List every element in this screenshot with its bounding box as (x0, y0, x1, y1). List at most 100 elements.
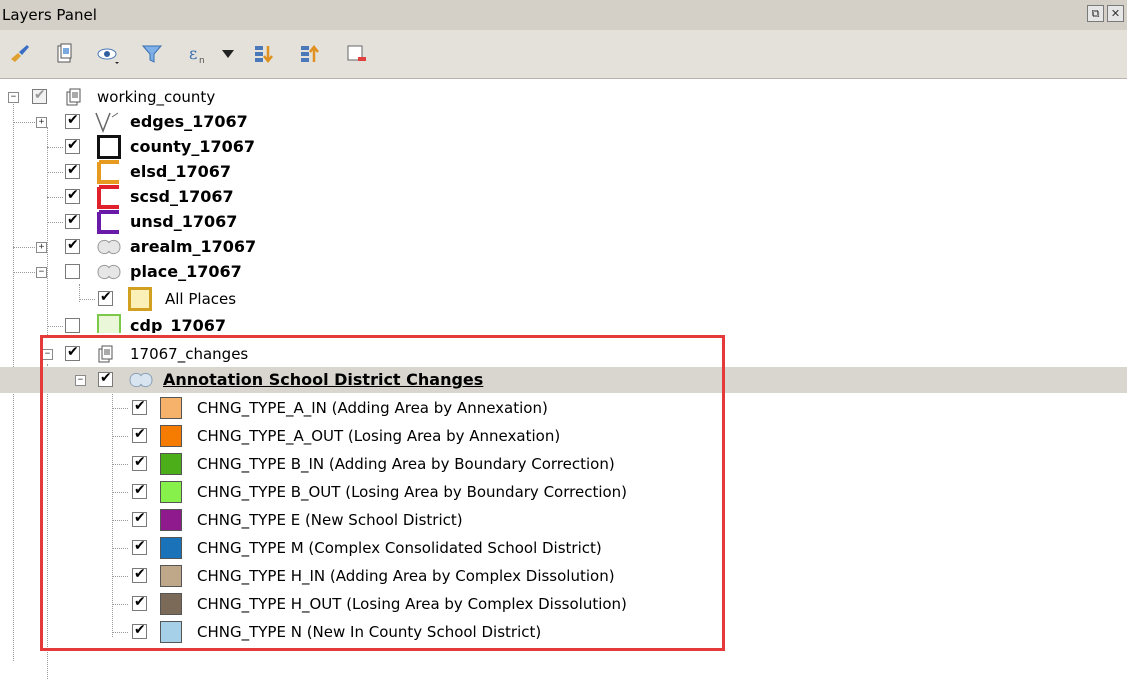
layer-checkbox[interactable] (65, 212, 80, 229)
legend-checkbox[interactable] (132, 594, 147, 611)
layer-checkbox[interactable] (65, 162, 80, 179)
legend-label: CHNG_TYPE M (Complex Consolidated School… (197, 539, 602, 557)
legend-label: CHNG_TYPE N (New In County School Distri… (197, 623, 542, 641)
fill-swatch (160, 509, 182, 531)
layer-label: edges_17067 (130, 112, 248, 131)
layer-cdp[interactable]: cdp_17067 (0, 313, 1127, 333)
layer-county[interactable]: county_17067 (0, 134, 1127, 160)
visibility-icon[interactable] (94, 40, 122, 68)
layer-label: arealm_17067 (130, 237, 257, 256)
add-group-icon[interactable] (50, 40, 78, 68)
brush-icon[interactable] (6, 40, 34, 68)
legend-item[interactable]: CHNG_TYPE_A_IN (Adding Area by Annexatio… (0, 395, 1127, 421)
legend-item[interactable]: CHNG_TYPE H_IN (Adding Area by Complex D… (0, 563, 1127, 589)
legend-item[interactable]: CHNG_TYPE_A_OUT (Losing Area by Annexati… (0, 423, 1127, 449)
legend-checkbox[interactable] (132, 510, 147, 527)
layer-group-17067-changes[interactable]: − 17067_changes (0, 341, 1127, 367)
legend-item[interactable]: CHNG_TYPE M (Complex Consolidated School… (0, 535, 1127, 561)
legend-checkbox[interactable] (132, 398, 147, 415)
fill-swatch (160, 425, 182, 447)
layer-place[interactable]: − place_17067 (0, 259, 1127, 285)
layer-label: working_county (97, 88, 216, 106)
expand-all-icon[interactable] (250, 40, 278, 68)
layer-checkbox[interactable] (65, 137, 80, 154)
legend-checkbox[interactable] (132, 482, 147, 499)
layer-checkbox[interactable] (65, 112, 80, 129)
layer-checkbox[interactable] (65, 237, 80, 254)
legend-checkbox[interactable] (98, 289, 113, 306)
layer-label: unsd_17067 (130, 212, 238, 231)
panel-titlebar: Layers Panel ⧉ ✕ (0, 0, 1127, 30)
legend-checkbox[interactable] (132, 454, 147, 471)
legend-checkbox[interactable] (132, 538, 147, 555)
layer-unsd[interactable]: unsd_17067 (0, 209, 1127, 235)
layer-checkbox[interactable] (65, 264, 80, 279)
legend-label: All Places (165, 290, 237, 308)
group-icon (96, 344, 116, 368)
fill-swatch (128, 287, 152, 311)
layer-annotation-school-district-changes[interactable]: − Annotation School District Changes (0, 367, 1127, 393)
legend-label: CHNG_TYPE_A_IN (Adding Area by Annexatio… (197, 399, 548, 417)
layers-tree: − working_county + edges_17067 county_17… (0, 79, 1127, 679)
legend-label: CHNG_TYPE_A_OUT (Losing Area by Annexati… (197, 427, 561, 445)
legend-item[interactable]: CHNG_TYPE B_OUT (Losing Area by Boundary… (0, 479, 1127, 505)
layer-checkbox[interactable] (98, 370, 113, 387)
close-panel-button[interactable]: ✕ (1107, 5, 1124, 22)
layer-elsd[interactable]: elsd_17067 (0, 159, 1127, 185)
collapse-toggle[interactable]: − (8, 92, 19, 103)
fill-swatch (160, 397, 182, 419)
layer-checkbox[interactable] (65, 344, 80, 361)
layer-checkbox[interactable] (65, 187, 80, 204)
legend-checkbox[interactable] (132, 566, 147, 583)
expand-toggle[interactable]: + (36, 242, 47, 253)
expand-toggle[interactable]: + (36, 117, 47, 128)
layer-label: scsd_17067 (130, 187, 234, 206)
legend-item[interactable]: CHNG_TYPE H_OUT (Losing Area by Complex … (0, 591, 1127, 617)
panel-title: Layers Panel (2, 6, 97, 24)
layer-label: county_17067 (130, 137, 255, 156)
filter-icon[interactable] (138, 40, 166, 68)
remove-layer-icon[interactable] (342, 40, 370, 68)
layer-edges[interactable]: + edges_17067 (0, 109, 1127, 135)
legend-checkbox[interactable] (132, 622, 147, 639)
layer-label: cdp_17067 (130, 316, 227, 333)
layer-arealm[interactable]: + arealm_17067 (0, 234, 1127, 260)
layer-group-working-county[interactable]: − working_county (0, 84, 1127, 110)
fill-swatch (160, 481, 182, 503)
collapse-toggle[interactable]: − (42, 349, 53, 360)
svg-text:ε: ε (189, 44, 197, 63)
layer-scsd[interactable]: scsd_17067 (0, 184, 1127, 210)
legend-label: CHNG_TYPE B_OUT (Losing Area by Boundary… (197, 483, 628, 501)
layer-checkbox[interactable] (32, 87, 47, 104)
legend-label: CHNG_TYPE B_IN (Adding Area by Boundary … (197, 455, 615, 473)
legend-label: CHNG_TYPE H_OUT (Losing Area by Complex … (197, 595, 627, 613)
dropdown-arrow-icon[interactable] (218, 40, 238, 68)
legend-item[interactable]: CHNG_TYPE B_IN (Adding Area by Boundary … (0, 451, 1127, 477)
polygon-outline-icon (97, 135, 121, 159)
fill-swatch (160, 537, 182, 559)
legend-item[interactable]: CHNG_TYPE N (New In County School Distri… (0, 619, 1127, 645)
legend-item-all-places[interactable]: All Places (0, 286, 1127, 312)
legend-checkbox[interactable] (132, 426, 147, 443)
collapse-toggle[interactable]: − (36, 267, 47, 278)
expression-icon[interactable]: εn (186, 40, 214, 68)
layers-toolbar: εn (0, 30, 1127, 79)
float-panel-button[interactable]: ⧉ (1087, 5, 1104, 22)
fill-swatch (160, 593, 182, 615)
polygon-style-icon (128, 370, 154, 394)
legend-item[interactable]: CHNG_TYPE E (New School District) (0, 507, 1127, 533)
layer-label: place_17067 (130, 262, 242, 281)
fill-swatch (160, 565, 182, 587)
fill-swatch (160, 453, 182, 475)
collapse-all-icon[interactable] (296, 40, 324, 68)
layer-label: elsd_17067 (130, 162, 231, 181)
layer-checkbox[interactable] (65, 318, 80, 333)
legend-label: CHNG_TYPE E (New School District) (197, 511, 463, 529)
layer-label: Annotation School District Changes (163, 370, 484, 389)
fill-swatch (160, 621, 182, 643)
group-icon (64, 87, 84, 111)
polygon-style-icon (96, 262, 122, 286)
layer-label: 17067_changes (130, 345, 249, 363)
collapse-toggle[interactable]: − (75, 375, 86, 386)
polygon-style-icon (96, 237, 122, 261)
